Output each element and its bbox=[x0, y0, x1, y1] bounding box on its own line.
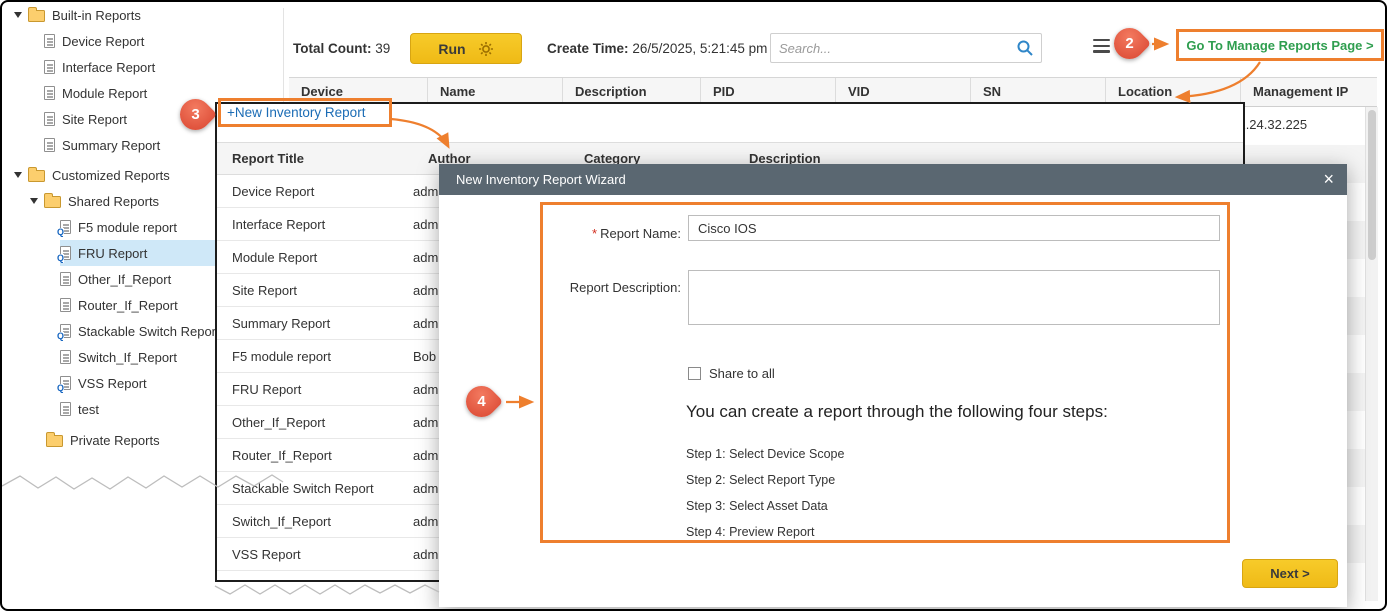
app-window: Built-in Reports Device Report Interface… bbox=[0, 0, 1387, 611]
report-name-label: *Report Name: bbox=[529, 226, 681, 241]
tree-item-label: Built-in Reports bbox=[52, 8, 141, 23]
required-asterisk: * bbox=[592, 226, 597, 241]
scrollbar-thumb[interactable] bbox=[1368, 110, 1376, 260]
report-description-input[interactable] bbox=[688, 270, 1220, 325]
tree-item-label: Site Report bbox=[62, 112, 127, 127]
tree-item-label: Customized Reports bbox=[52, 168, 170, 183]
callout-badge-4: 4 bbox=[460, 380, 504, 424]
create-time: Create Time: 26/5/2025, 5:21:45 pm bbox=[547, 41, 767, 56]
run-button[interactable]: Run bbox=[410, 33, 522, 64]
annotation-box-manage-reports: Go To Manage Reports Page > bbox=[1176, 29, 1384, 61]
doc-icon bbox=[60, 272, 71, 286]
next-button[interactable]: Next > bbox=[1242, 559, 1338, 588]
doc-query-icon: Q bbox=[60, 376, 71, 390]
doc-icon bbox=[44, 138, 55, 152]
go-to-manage-reports-link[interactable]: Go To Manage Reports Page > bbox=[1186, 38, 1373, 53]
column-header: Management IP bbox=[1240, 78, 1377, 106]
report-name-input[interactable] bbox=[688, 215, 1220, 241]
vertical-scrollbar[interactable] bbox=[1365, 107, 1378, 601]
doc-icon bbox=[44, 60, 55, 74]
doc-icon bbox=[60, 298, 71, 312]
tree-item-label: FRU Report bbox=[78, 246, 147, 261]
gear-icon bbox=[478, 41, 494, 57]
step-3: Step 3: Select Asset Data bbox=[686, 499, 828, 513]
share-to-all-label: Share to all bbox=[709, 366, 775, 381]
wizard-dialog: New Inventory Report Wizard × *Report Na… bbox=[439, 164, 1347, 607]
folder-icon bbox=[28, 170, 45, 182]
steps-heading: You can create a report through the foll… bbox=[686, 402, 1108, 422]
report-description-label: Report Description: bbox=[529, 280, 681, 295]
tree-item-label: Other_If_Report bbox=[78, 272, 171, 287]
doc-query-icon: Q bbox=[60, 220, 71, 234]
tree-item-label: Switch_If_Report bbox=[78, 350, 177, 365]
step-4: Step 4: Preview Report bbox=[686, 525, 815, 539]
doc-query-icon: Q bbox=[60, 246, 71, 260]
run-button-label: Run bbox=[438, 41, 465, 57]
search-icon[interactable] bbox=[1016, 39, 1034, 57]
close-icon[interactable]: × bbox=[1323, 164, 1334, 195]
expander-icon[interactable] bbox=[14, 12, 22, 18]
new-inventory-report-link[interactable]: +New Inventory Report bbox=[227, 105, 365, 120]
tree-item-device-report[interactable]: Device Report bbox=[2, 28, 283, 54]
tree-item-label: F5 module report bbox=[78, 220, 177, 235]
tree-item-label: VSS Report bbox=[78, 376, 147, 391]
tree-item-label: Module Report bbox=[62, 86, 147, 101]
doc-icon bbox=[60, 402, 71, 416]
search-input[interactable] bbox=[771, 41, 1016, 56]
doc-icon bbox=[44, 86, 55, 100]
doc-icon bbox=[60, 350, 71, 364]
folder-icon bbox=[28, 10, 45, 22]
wizard-title: New Inventory Report Wizard bbox=[456, 172, 626, 187]
callout-badge-3: 3 bbox=[174, 93, 218, 137]
step-1: Step 1: Select Device Scope bbox=[686, 447, 844, 461]
tree-item-label: Summary Report bbox=[62, 138, 160, 153]
expander-icon[interactable] bbox=[30, 198, 38, 204]
total-count: Total Count: 39 bbox=[293, 41, 390, 56]
share-to-all-checkbox[interactable] bbox=[688, 367, 701, 380]
tree-item-label: Shared Reports bbox=[68, 194, 159, 209]
tree-item-label: Device Report bbox=[62, 34, 144, 49]
tree-folder-built-in-reports[interactable]: Built-in Reports bbox=[2, 2, 283, 28]
doc-icon bbox=[44, 34, 55, 48]
expander-icon[interactable] bbox=[14, 172, 22, 178]
search-box bbox=[770, 33, 1042, 63]
wizard-title-bar: New Inventory Report Wizard × bbox=[439, 164, 1347, 195]
tree-item-label: Stackable Switch Report bbox=[78, 324, 220, 339]
tree-item-label: Interface Report bbox=[62, 60, 155, 75]
doc-icon bbox=[44, 112, 55, 126]
tree-item-label: test bbox=[78, 402, 99, 417]
column-header: Report Title bbox=[232, 151, 304, 166]
doc-query-icon: Q bbox=[60, 324, 71, 338]
tree-item-interface-report[interactable]: Interface Report bbox=[2, 54, 283, 80]
tree-item-label: Private Reports bbox=[70, 433, 160, 448]
menu-icon[interactable] bbox=[1093, 39, 1110, 56]
annotation-box-new-report: +New Inventory Report bbox=[218, 98, 392, 127]
tree-item-label: Router_If_Report bbox=[78, 298, 178, 313]
callout-badge-2: 2 bbox=[1108, 22, 1152, 66]
step-2: Step 2: Select Report Type bbox=[686, 473, 835, 487]
folder-icon bbox=[46, 435, 63, 447]
folder-icon bbox=[44, 196, 61, 208]
